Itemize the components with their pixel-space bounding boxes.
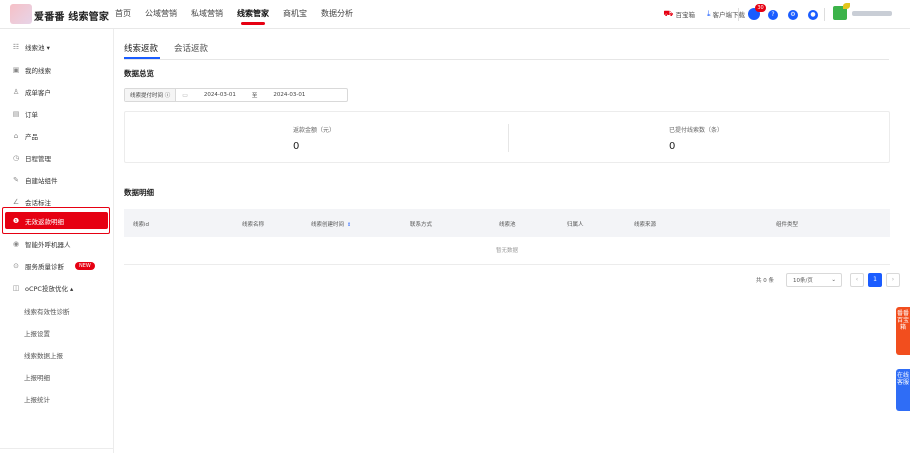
list-icon: ☷	[12, 43, 20, 51]
username-redacted[interactable]	[852, 11, 892, 16]
pen-icon: ∠	[12, 198, 20, 206]
new-badge: NEW	[75, 262, 95, 270]
sidebar-sub-lead-report[interactable]: 线索数据上报	[24, 350, 63, 360]
client-download-link[interactable]: ⤓ 客户端下载	[707, 9, 745, 19]
sidebar-item-products[interactable]: ⌂ 产品	[12, 130, 38, 142]
product-icon: ⌂	[13, 132, 19, 140]
col-owner: 归属人	[567, 222, 584, 228]
page-button-current[interactable]: 1	[868, 273, 882, 287]
online-service-float-tab[interactable]: 在线客服	[896, 369, 910, 411]
sidebar-sub-report-settings[interactable]: 上报设置	[24, 328, 50, 338]
ocpc-icon: ◫	[12, 284, 20, 292]
brand-title: 爱番番 线索管家	[34, 12, 110, 23]
filter-label: 线索提付时间 ⓘ	[125, 89, 177, 101]
user-center-icon[interactable]: ●	[808, 10, 818, 20]
user-icon: ♙	[12, 88, 20, 96]
sidebar-sub-report-detail[interactable]: 上报明细	[24, 372, 50, 382]
sidebar-item-orders[interactable]: ▤ 订单	[12, 108, 38, 120]
top-nav: 爱番番 线索管家 首页 公域营销 私域营销 线索管家 商机宝 数据分析 ⛟ 百宝箱…	[0, 0, 910, 29]
toolbox-float-tab[interactable]: 番番百宝箱	[896, 307, 910, 355]
col-component-type: 组件类型	[776, 222, 799, 228]
tab-divider	[124, 59, 889, 60]
tab-session-refund[interactable]: 会话返款	[174, 42, 208, 54]
robot-icon: ◉	[12, 240, 20, 248]
schedule-icon: ◷	[12, 154, 20, 162]
refund-amount-label: 返款金额（元）	[293, 127, 336, 134]
sidebar-item-customers[interactable]: ♙ 成单客户	[12, 86, 51, 98]
chevron-down-icon: ⌄	[831, 277, 836, 283]
order-icon: ▤	[12, 110, 20, 118]
end-date-input[interactable]: 2024-03-01	[273, 92, 305, 98]
divider	[508, 124, 509, 152]
tab-lead-refund[interactable]: 线索返款	[124, 42, 158, 54]
next-page-button[interactable]: ›	[886, 273, 900, 287]
col-lead-name: 线索名称	[242, 222, 265, 228]
sidebar-item-my-leads[interactable]: ▣ 我的线索	[12, 64, 51, 76]
sidebar-item-refund-detail[interactable]: ❶ 无效返款明细	[12, 215, 64, 227]
sidebar-item-schedule[interactable]: ◷ 日程管理	[12, 152, 51, 164]
col-lead-id: 线索id	[133, 222, 150, 228]
date-range-filter[interactable]: 线索提付时间 ⓘ ▭ 2024-03-01 至 2024-03-01	[124, 88, 348, 102]
edit-icon: ✎	[13, 176, 19, 184]
main-menu: 首页 公域营销 私域营销 线索管家 商机宝 数据分析	[115, 8, 353, 25]
header-tools: ⛟ 百宝箱 ⤓ 客户端下载	[663, 9, 745, 19]
sort-icon[interactable]: ⇕	[347, 222, 351, 228]
overview-title: 数据总览	[124, 69, 154, 78]
nav-home[interactable]: 首页	[115, 8, 131, 19]
col-created-time[interactable]: 线索创建时间 ⇕	[311, 220, 351, 228]
table-header: 线索id 线索名称 线索创建时间 ⇕ 联系方式 线索池 归属人 线索来源 组件类型	[124, 209, 890, 237]
col-contact: 联系方式	[410, 222, 433, 228]
download-icon: ⤓	[706, 9, 711, 18]
money-icon: ❶	[12, 217, 20, 225]
inbox-icon: ▣	[12, 66, 20, 74]
tab-bar: 线索返款 会话返款	[124, 42, 208, 54]
logo-icon	[10, 4, 32, 24]
sidebar-item-ocpc[interactable]: ◫ oCPC投放优化 ▴	[12, 282, 74, 294]
detail-title: 数据明细	[124, 188, 154, 197]
notification-badge: 30	[755, 4, 766, 12]
nav-private-marketing[interactable]: 私域营销	[191, 8, 223, 19]
col-lead-source: 线索来源	[634, 222, 657, 228]
refund-amount-value: 0	[293, 141, 300, 152]
cart-icon: ⛟	[663, 9, 674, 18]
help-icon[interactable]: ?	[768, 10, 778, 20]
paid-leads-label: 已提付线索数（条）	[669, 127, 724, 134]
sidebar-sub-lead-validity[interactable]: 线索有效性诊断	[24, 306, 70, 316]
paid-leads-value: 0	[669, 141, 676, 152]
sidebar-sub-report-stats[interactable]: 上报统计	[24, 394, 50, 404]
toolbox-link[interactable]: ⛟ 百宝箱	[663, 9, 695, 19]
sidebar-item-quality-diagnose[interactable]: ⊙ 服务质量诊断 NEW	[12, 260, 95, 272]
divider	[0, 448, 114, 449]
sidebar: ☷ 线索池 ▾ ▣ 我的线索 ♙ 成单客户 ▤ 订单 ⌂ 产品 ◷ 日程管理 ✎ 自建站组件 …	[0, 29, 114, 453]
start-date-input[interactable]: 2024-03-01	[204, 92, 236, 98]
date-separator: 至	[251, 93, 258, 99]
sidebar-item-robot[interactable]: ◉ 智能外呼机器人	[12, 238, 71, 250]
sidebar-item-lead-pool[interactable]: ☷ 线索池 ▾	[12, 41, 50, 53]
settings-icon[interactable]: ⚙	[788, 10, 798, 20]
col-lead-pool: 线索池	[499, 222, 516, 228]
page-size-select[interactable]: 10条/页 ⌄	[786, 273, 842, 287]
diagnose-icon: ⊙	[13, 262, 19, 270]
sidebar-item-site-components[interactable]: ✎ 自建站组件	[12, 174, 57, 186]
prev-page-button[interactable]: ‹	[850, 273, 864, 287]
main-content: 线索返款 会话返款 数据总览 线索提付时间 ⓘ ▭ 2024-03-01 至 2…	[114, 29, 910, 453]
calendar-icon: ▭	[182, 91, 188, 99]
divider	[824, 8, 825, 21]
stats-card: 返款金额（元） 0 已提付线索数（条） 0	[124, 111, 890, 163]
nav-data-analysis[interactable]: 数据分析	[321, 8, 353, 19]
nav-public-marketing[interactable]: 公域营销	[145, 8, 177, 19]
tab-active-indicator	[124, 57, 160, 59]
nav-lead-manager[interactable]: 线索管家	[237, 8, 269, 25]
sidebar-item-session-tag[interactable]: ∠ 会话标注	[12, 196, 51, 208]
nav-opportunity[interactable]: 商机宝	[283, 8, 307, 19]
divider	[738, 8, 739, 21]
pager-total: 共 0 条	[756, 278, 774, 284]
table-empty-state: 暂无数据	[124, 237, 890, 265]
avatar[interactable]	[833, 3, 850, 20]
